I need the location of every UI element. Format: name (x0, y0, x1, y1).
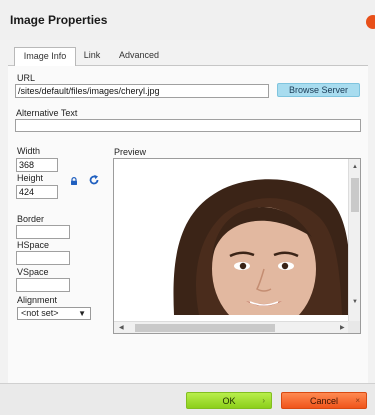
close-icon[interactable] (366, 15, 375, 29)
alt-text-input[interactable] (15, 119, 361, 132)
tab-advanced[interactable]: Advanced (110, 47, 168, 65)
cancel-label: Cancel (309, 396, 338, 406)
chevron-down-icon: ▼ (78, 309, 86, 318)
vspace-label: VSpace (17, 267, 49, 277)
dialog-title: Image Properties (10, 13, 108, 27)
hspace-input[interactable] (16, 251, 70, 265)
preview-vertical-scroll-thumb[interactable] (351, 178, 359, 212)
preview-image (114, 159, 350, 315)
scroll-right-icon[interactable]: ▶ (340, 325, 345, 331)
vspace-input[interactable] (16, 278, 70, 292)
lock-icon[interactable] (70, 177, 78, 185)
alignment-select[interactable]: <not set> ▼ (17, 307, 91, 320)
preview-label: Preview (114, 147, 147, 157)
reset-size-icon[interactable] (88, 174, 100, 186)
tab-link[interactable]: Link (78, 47, 106, 65)
scroll-down-icon[interactable]: ▼ (352, 299, 358, 305)
ok-button[interactable]: OK › (186, 392, 272, 409)
scroll-up-icon[interactable]: ▲ (352, 164, 358, 170)
height-input[interactable]: 424 (16, 185, 58, 199)
height-label: Height (17, 173, 44, 183)
alt-text-label: Alternative Text (16, 108, 78, 118)
browse-server-button[interactable]: Browse Server (277, 83, 360, 97)
alignment-label: Alignment (17, 295, 58, 305)
chevron-right-icon: › (262, 396, 265, 405)
scroll-left-icon[interactable]: ◀ (119, 325, 124, 331)
scrollbar-corner (348, 321, 360, 333)
preview-horizontal-scrollbar[interactable]: ◀ ▶ (114, 321, 350, 333)
border-label: Border (17, 214, 45, 224)
cancel-button[interactable]: Cancel × (281, 392, 367, 409)
ok-label: OK (222, 396, 236, 406)
dialog-titlebar[interactable]: Image Properties (0, 0, 375, 40)
close-small-icon: × (355, 396, 360, 405)
hspace-label: HSpace (17, 240, 50, 250)
width-label: Width (17, 146, 41, 156)
preview-vertical-scrollbar[interactable]: ▲ ▼ (348, 159, 360, 323)
alignment-selected-value: <not set> (21, 308, 59, 318)
width-input[interactable]: 368 (16, 158, 58, 172)
url-label: URL (17, 73, 36, 83)
preview-horizontal-scroll-thumb[interactable] (135, 324, 275, 332)
image-properties-dialog: Image Properties Image Info Link Advance… (0, 0, 375, 415)
tab-image-info[interactable]: Image Info (14, 47, 76, 66)
border-input[interactable] (16, 225, 70, 239)
dialog-footer: OK › Cancel × (0, 383, 375, 415)
url-input[interactable]: /sites/default/files/images/cheryl.jpg (15, 84, 269, 98)
image-preview: ▲ ▼ ◀ ▶ (113, 158, 361, 334)
